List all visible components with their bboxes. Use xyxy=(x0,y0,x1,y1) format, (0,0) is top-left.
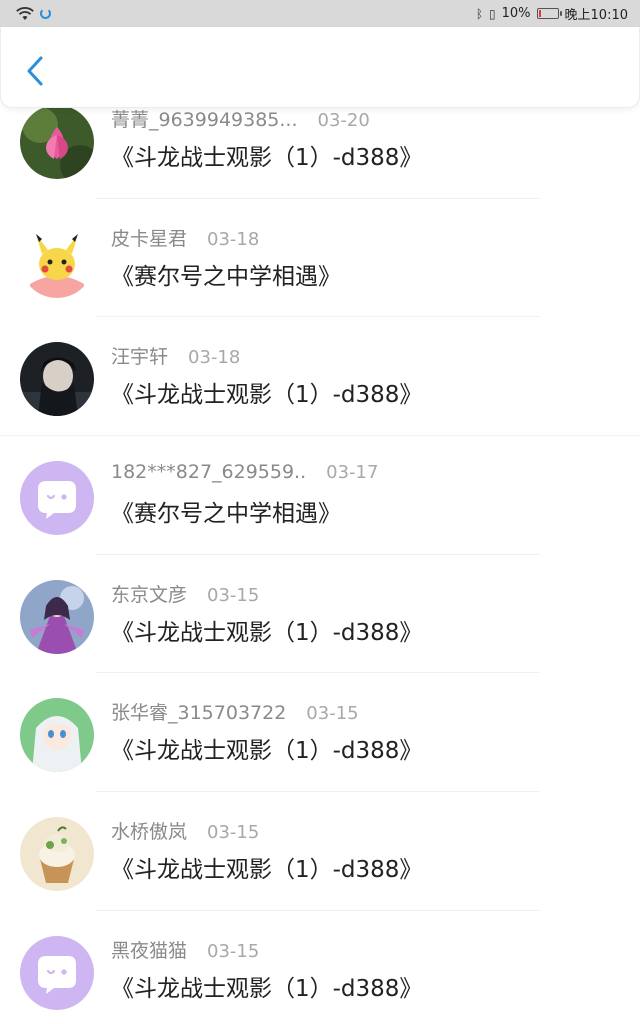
user-name[interactable]: 东京文彦 xyxy=(111,580,187,607)
wifi-icon xyxy=(16,6,34,20)
battery-percent: 10% xyxy=(501,6,531,21)
avatar-anime-warrior[interactable] xyxy=(20,579,94,654)
user-name[interactable]: 黑夜猫猫 xyxy=(111,936,187,963)
status-right: ᛒ ▯ 10% 晚上10:10 xyxy=(476,4,628,23)
status-bar: ᛒ ▯ 10% 晚上10:10 xyxy=(0,0,640,27)
item-meta: 东京文彦 03-15 xyxy=(111,580,259,607)
vibrate-icon: ▯ xyxy=(489,6,496,21)
list-item[interactable]: 182***827_629559.. 03-17 《赛尔号之中学相遇》 xyxy=(0,436,640,555)
avatar-default-chat-bubble[interactable] xyxy=(20,935,94,1010)
avatar-default-chat-bubble[interactable] xyxy=(20,461,94,536)
item-date: 03-18 xyxy=(207,228,260,250)
user-name[interactable]: 菁菁_9639949385... xyxy=(111,105,298,132)
item-meta: 皮卡星君 03-18 xyxy=(111,224,259,251)
top-bar xyxy=(0,27,640,108)
list-item[interactable]: 水桥傲岚 03-15 《斗龙战士观影（1）-d388》 xyxy=(0,792,640,911)
item-meta: 182***827_629559.. 03-17 xyxy=(111,461,378,483)
item-date: 03-17 xyxy=(326,462,379,484)
avatar-lotus-flower[interactable] xyxy=(20,105,94,179)
item-meta: 水桥傲岚 03-15 xyxy=(111,817,259,844)
item-title[interactable]: 《斗龙战士观影（1）-d388》 xyxy=(111,731,422,765)
avatar-dark-anime-boy[interactable] xyxy=(20,342,94,417)
list-item[interactable]: 黑夜猫猫 03-15 《斗龙战士观影（1）-d388》 xyxy=(0,911,640,1024)
list-item[interactable]: 皮卡星君 03-18 《赛尔号之中学相遇》 xyxy=(0,199,640,318)
list-item[interactable]: 汪宇轩 03-18 《斗龙战士观影（1）-d388》 xyxy=(0,317,640,437)
user-name[interactable]: 汪宇轩 xyxy=(111,342,168,369)
item-title[interactable]: 《赛尔号之中学相遇》 xyxy=(111,257,341,291)
item-title[interactable]: 《斗龙战士观影（1）-d388》 xyxy=(111,969,422,1003)
item-meta: 张华睿_315703722 03-15 xyxy=(111,698,359,725)
item-title[interactable]: 《斗龙战士观影（1）-d388》 xyxy=(111,375,422,409)
item-title[interactable]: 《斗龙战士观影（1）-d388》 xyxy=(111,138,422,172)
back-button[interactable] xyxy=(15,51,55,91)
item-date: 03-15 xyxy=(306,703,359,725)
clock: 晚上10:10 xyxy=(564,8,628,23)
item-date: 03-15 xyxy=(207,940,260,962)
item-meta: 汪宇轩 03-18 xyxy=(111,342,240,369)
item-title[interactable]: 《斗龙战士观影（1）-d388》 xyxy=(111,850,422,884)
bluetooth-icon: ᛒ xyxy=(475,6,484,21)
list-item[interactable]: 张华睿_315703722 03-15 《斗龙战士观影（1）-d388》 xyxy=(0,673,640,793)
avatar-pikachu[interactable] xyxy=(20,223,94,298)
item-title[interactable]: 《赛尔号之中学相遇》 xyxy=(111,494,341,528)
list-item[interactable]: 东京文彦 03-15 《斗龙战士观影（1）-d388》 xyxy=(0,555,640,674)
item-date: 03-15 xyxy=(207,822,260,844)
item-date: 03-15 xyxy=(207,584,260,606)
user-name[interactable]: 皮卡星君 xyxy=(111,224,187,251)
user-name[interactable]: 水桥傲岚 xyxy=(111,817,187,844)
comment-list: 菁菁_9639949385... 03-20 《斗龙战士观影（1）-d388》 … xyxy=(0,80,640,1024)
item-date: 03-18 xyxy=(188,347,241,369)
item-date: 03-20 xyxy=(317,110,370,131)
avatar-cupcake[interactable] xyxy=(20,817,94,892)
item-meta: 菁菁_9639949385... 03-20 xyxy=(111,105,370,132)
user-name[interactable]: 182***827_629559.. xyxy=(111,461,306,483)
loading-icon xyxy=(40,8,51,19)
battery-icon xyxy=(536,8,562,19)
status-left xyxy=(16,6,51,21)
item-meta: 黑夜猫猫 03-15 xyxy=(111,936,259,963)
chevron-left-icon xyxy=(27,56,43,86)
user-name[interactable]: 张华睿_315703722 xyxy=(111,698,286,725)
item-title[interactable]: 《斗龙战士观影（1）-d388》 xyxy=(111,613,422,647)
avatar-anime-girl[interactable] xyxy=(20,698,94,773)
